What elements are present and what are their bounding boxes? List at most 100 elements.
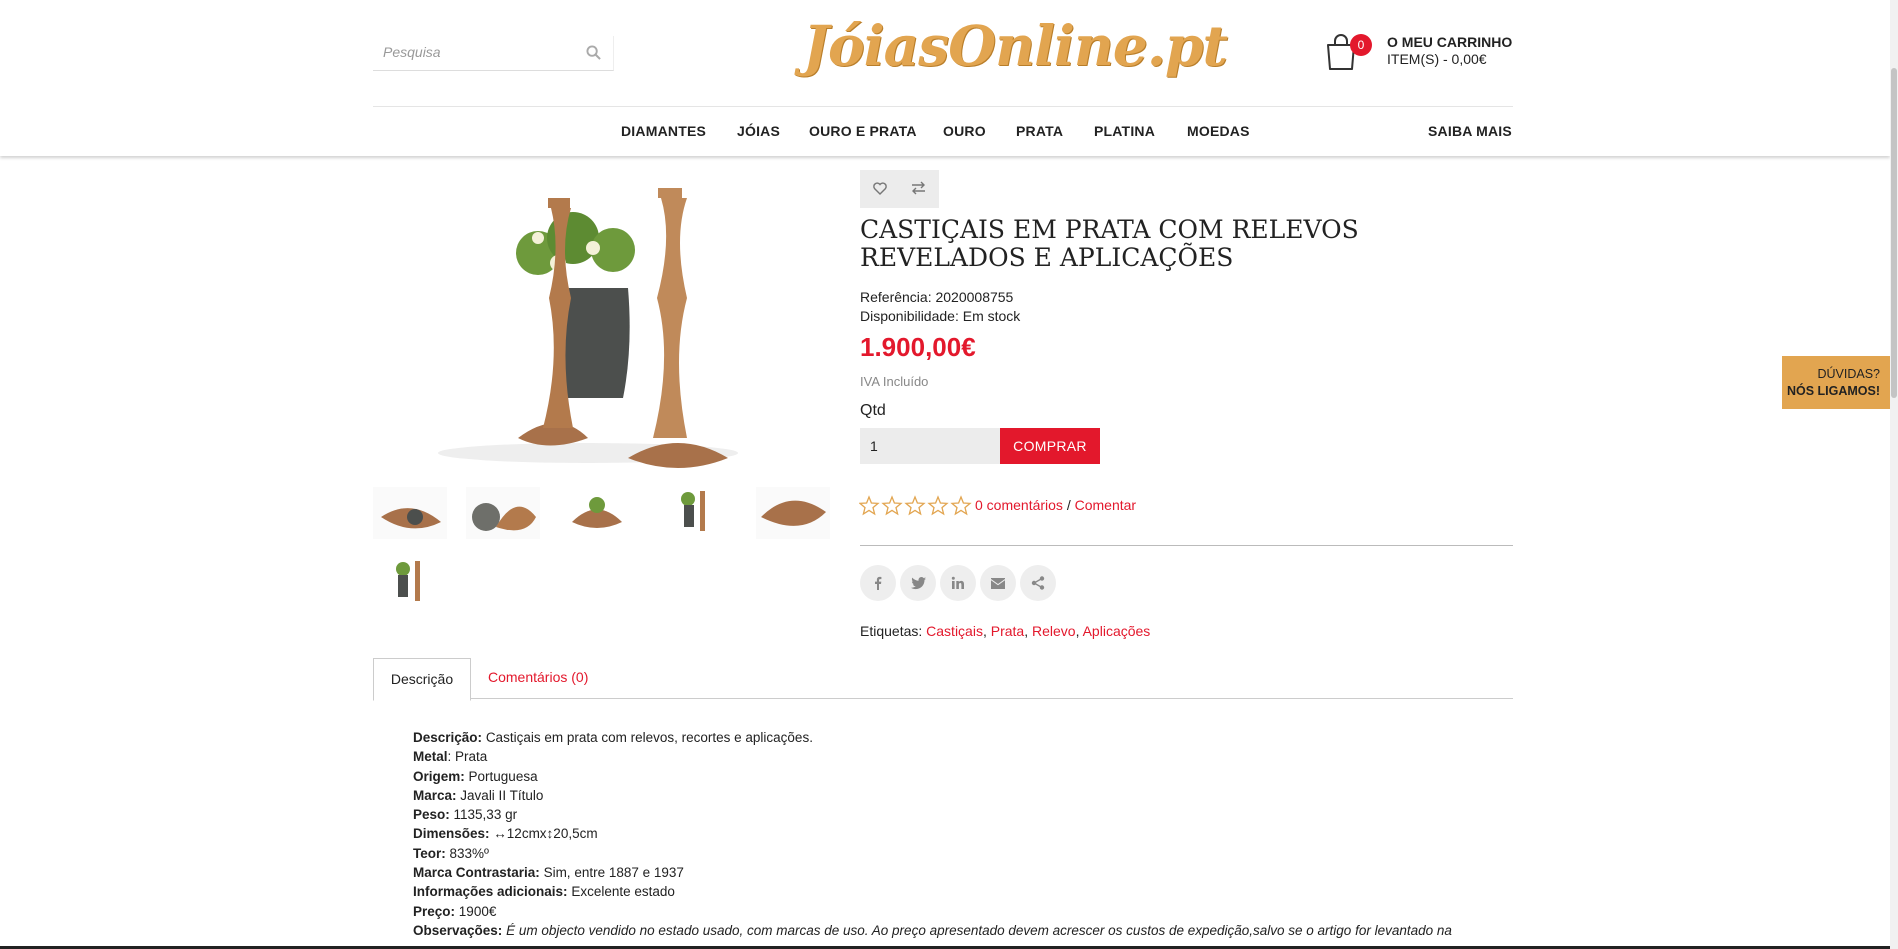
product-thumbnail[interactable] <box>373 555 447 607</box>
product-price: 1.900,00€ <box>860 332 976 362</box>
email-icon <box>991 577 1005 589</box>
site-header: Pesquisa JóiasOnline.pt 0 O MEU CARRINHO… <box>0 0 1890 156</box>
spec-value: Castiçais em prata com relevos, recortes… <box>485 730 813 745</box>
description-item: Teor: 833%º <box>413 844 1533 863</box>
callback-line-1: DÚVIDAS? <box>1817 367 1880 381</box>
availability-label: Disponibilidade: <box>860 308 959 324</box>
cart-title[interactable]: O MEU CARRINHO <box>1387 34 1512 50</box>
spec-value: : Prata <box>447 749 488 765</box>
nav-item-saiba-mais[interactable]: SAIBA MAIS <box>1428 123 1512 139</box>
product-main-image[interactable] <box>388 168 803 468</box>
product-thumbnail[interactable] <box>373 487 447 539</box>
search-icon[interactable] <box>586 45 601 60</box>
spec-value: Sim, entre 1887 e 1937 <box>543 865 684 881</box>
quantity-field[interactable] <box>860 428 1000 464</box>
nav-item-diamantes[interactable]: DIAMANTES <box>621 123 706 139</box>
product-thumbnail[interactable] <box>466 487 540 539</box>
cart-items-total[interactable]: ITEM(S) - 0,00€ <box>1387 51 1487 67</box>
spec-label: Informações adicionais: <box>413 884 568 900</box>
nav-divider <box>373 106 1513 107</box>
nav-item-prata[interactable]: PRATA <box>1016 123 1063 139</box>
description-item: Informações adicionais: Excelente estado <box>413 882 1533 901</box>
share-more-button[interactable] <box>1020 565 1056 601</box>
description-item: Marca Contrastaria: Sim, entre 1887 e 19… <box>413 863 1533 882</box>
quantity-label: Qtd <box>860 402 886 419</box>
compare-arrows-icon[interactable] <box>910 180 927 196</box>
spec-value: 1900€ <box>458 903 497 919</box>
nav-item-moedas[interactable]: MOEDAS <box>1187 123 1250 139</box>
callback-widget[interactable]: DÚVIDAS? NÓS LIGAMOS! <box>1782 356 1890 409</box>
rating-stars[interactable] <box>859 495 974 517</box>
product-thumbnail[interactable] <box>560 487 634 539</box>
search-box[interactable]: Pesquisa <box>373 36 614 71</box>
nav-item-joias[interactable]: JÓIAS <box>737 123 780 139</box>
product-reference: Referência: 2020008755 <box>860 289 1013 305</box>
cart-count-badge: 0 <box>1350 34 1372 56</box>
share-linkedin-button[interactable] <box>940 565 976 601</box>
reviews-separator: / <box>1066 497 1071 513</box>
reviews-count-link[interactable]: 0 comentários <box>975 497 1063 513</box>
product-availability: Disponibilidade: Em stock <box>860 308 1020 324</box>
facebook-icon <box>875 576 882 590</box>
product-tags: Etiquetas: Castiçais, Prata, Relevo, Apl… <box>860 623 1151 639</box>
spec-value: É um objecto vendido no estado usado, co… <box>506 922 1452 938</box>
reference-value: 2020008755 <box>935 289 1014 305</box>
reference-label: Referência: <box>860 289 932 305</box>
nav-item-ouro[interactable]: OURO <box>943 123 986 139</box>
spec-value: Excelente estado <box>571 884 675 900</box>
tag-link[interactable]: Aplicações <box>1083 623 1151 639</box>
tab-comments[interactable]: Comentários (0) <box>488 669 588 685</box>
spec-label: Teor: <box>413 845 446 861</box>
share-twitter-button[interactable] <box>900 565 936 601</box>
availability-value: Em stock <box>962 308 1021 324</box>
wishlist-heart-icon[interactable] <box>872 180 888 196</box>
twitter-icon <box>910 576 926 589</box>
reviews-links: 0 comentários / Comentar <box>975 497 1136 513</box>
product-thumbnail[interactable] <box>756 487 830 539</box>
spec-label: Marca Contrastaria: <box>413 865 540 881</box>
share-facebook-button[interactable] <box>860 565 896 601</box>
tag-link[interactable]: Castiçais <box>926 623 983 639</box>
description-item: Preço: 1900€ <box>413 902 1533 921</box>
nav-item-ouro-e-prata[interactable]: OURO E PRATA <box>809 123 917 139</box>
spec-label: Peso: <box>413 807 450 823</box>
buy-button[interactable]: COMPRAR <box>1000 428 1100 464</box>
quantity-value[interactable]: 1 <box>870 438 878 454</box>
spec-label: Observações: <box>413 922 503 938</box>
tabs-divider <box>373 698 1513 699</box>
spec-value: 833%º <box>449 845 489 861</box>
nav-item-platina[interactable]: PLATINA <box>1094 123 1155 139</box>
product-description-list: Descrição: Castiçais em prata com relevo… <box>393 728 1533 940</box>
tag-link[interactable]: Prata <box>991 623 1024 639</box>
description-item: Metal: Prata <box>413 747 1533 766</box>
spec-label: Origem: <box>413 768 465 784</box>
description-item: Dimensões: ↔12cmx↕20,5cm <box>413 824 1533 843</box>
share-icon <box>1031 576 1045 590</box>
product-thumbnail[interactable] <box>660 487 734 539</box>
linkedin-icon <box>951 576 964 589</box>
tab-description[interactable]: Descrição <box>373 658 471 701</box>
write-comment-link[interactable]: Comentar <box>1075 497 1136 513</box>
spec-value: Portuguesa <box>468 768 538 784</box>
description-item: Origem: Portuguesa <box>413 767 1533 786</box>
spec-value: Javali II Título <box>460 787 544 803</box>
vat-note: IVA Incluído <box>860 374 929 389</box>
tags-label: Etiquetas: <box>860 623 923 639</box>
spec-label: Dimensões: <box>413 826 490 842</box>
share-email-button[interactable] <box>980 565 1016 601</box>
page-scrollbar[interactable] <box>1890 0 1898 949</box>
spec-label: Metal <box>413 749 448 765</box>
scrollbar-thumb[interactable] <box>1891 68 1897 398</box>
callback-line-2: NÓS LIGAMOS! <box>1786 384 1880 398</box>
spec-label: Descrição: <box>413 730 483 745</box>
spec-value: ↔12cmx↕20,5cm <box>493 826 598 842</box>
spec-value: 1135,33 gr <box>453 807 518 823</box>
description-item: Marca: Javali II Título <box>413 786 1533 805</box>
tag-link[interactable]: Relevo <box>1032 623 1076 639</box>
site-logo[interactable]: JóiasOnline.pt <box>803 18 1228 73</box>
description-item: Observações: É um objecto vendido no est… <box>413 921 1533 940</box>
description-item: Descrição: Castiçais em prata com relevo… <box>413 728 1533 747</box>
search-input[interactable]: Pesquisa <box>383 44 441 60</box>
product-title: CASTIÇAIS EM PRATA COM RELEVOS REVELADOS… <box>860 215 1359 272</box>
description-item: Peso: 1135,33 gr <box>413 805 1533 824</box>
